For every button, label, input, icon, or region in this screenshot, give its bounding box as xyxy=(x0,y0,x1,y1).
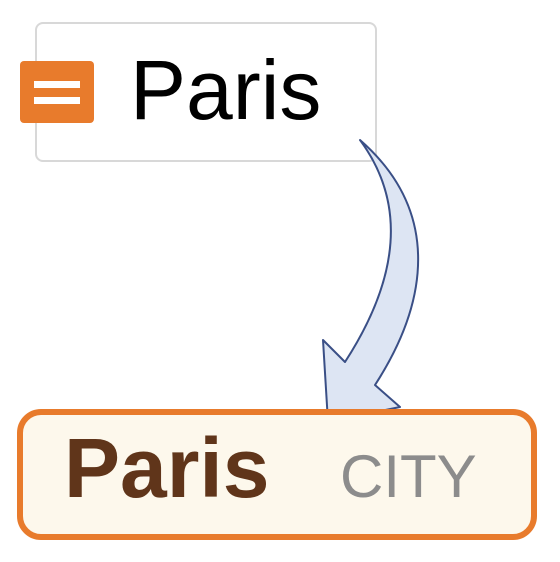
result-type-tag: CITY xyxy=(340,443,477,510)
menu-lines-icon xyxy=(20,61,94,123)
result-name: Paris xyxy=(64,421,270,515)
source-label: Paris xyxy=(130,43,322,137)
